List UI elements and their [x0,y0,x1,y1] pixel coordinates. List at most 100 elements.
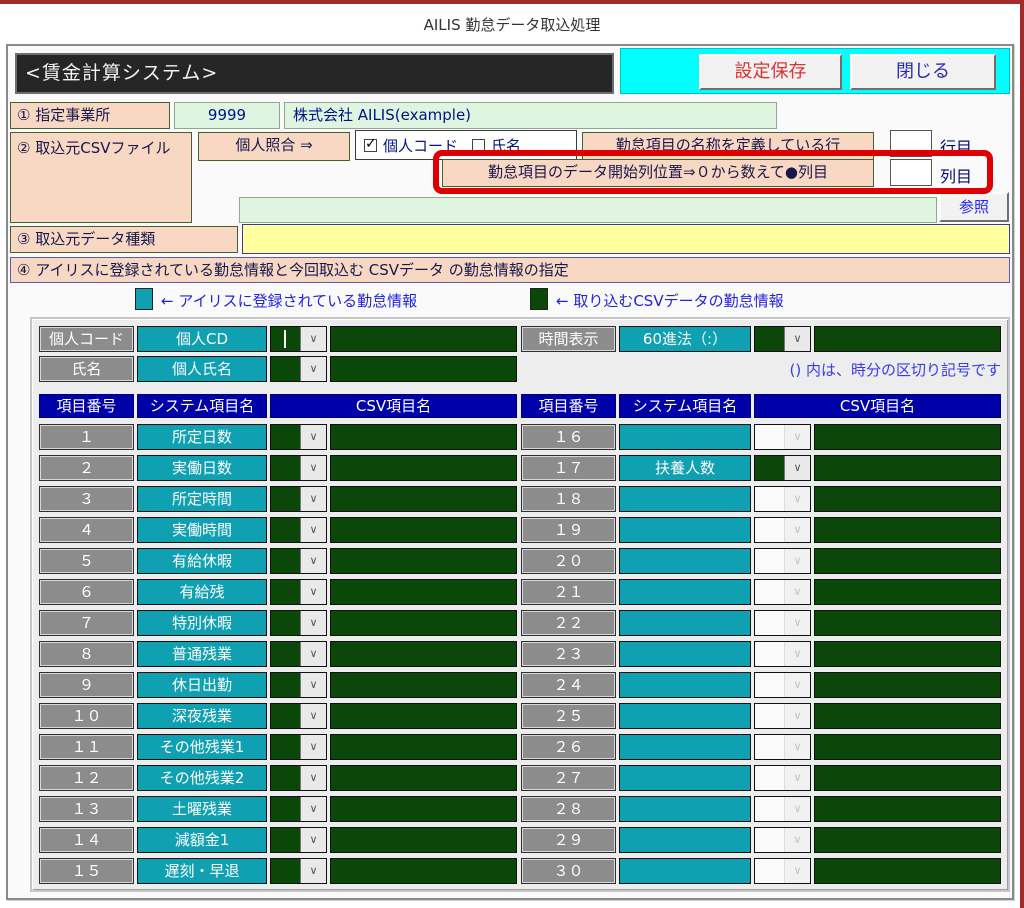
col-header-system-name: システム項目名 [137,394,267,418]
combo-field [755,642,784,666]
office-code-field[interactable]: 9999 [174,102,280,129]
csv-item-combo: ∨ [754,765,811,791]
close-button[interactable]: 閉じる [850,54,996,90]
row-number: ２４ [521,672,616,698]
csv-item-combo: ∨ [754,517,811,543]
person-name-combo-field[interactable] [271,357,300,381]
combo-field [755,549,784,573]
combo-field[interactable] [755,456,784,480]
chevron-down-icon: ∨ [784,828,810,852]
combo-field [755,487,784,511]
chevron-down-icon[interactable]: ∨ [784,327,810,351]
right-frame-line [1020,0,1024,908]
row-number: １８ [521,486,616,512]
time-display-combo-field[interactable] [755,327,784,351]
browse-button[interactable]: 参照 [939,192,1009,222]
person-code-combo[interactable]: ∨ [270,326,327,352]
csv-item-name [814,858,1001,884]
person-match-options: 個人コード 氏名 [355,130,577,160]
combo-field [755,673,784,697]
combo-field [755,735,784,759]
person-code-csv[interactable] [330,326,517,352]
section4-banner: ④ アイリスに登録されている勤怠情報と今回取込む CSVデータ の勤怠情報の指定 [10,257,1010,283]
text-cursor [284,330,286,348]
table-row: ２７ ∨ [32,765,1008,791]
combo-field [755,580,784,604]
row-number: ３０ [521,858,616,884]
time-display-csv[interactable] [814,326,1001,352]
row-number: ２２ [521,610,616,636]
csv-item-name [814,672,1001,698]
person-code-combo-field[interactable] [271,327,300,351]
csv-item-combo: ∨ [754,796,811,822]
col-header-item-no: 項目番号 [39,394,134,418]
row-number: ２３ [521,641,616,667]
person-code-system: 個人CD [137,326,267,352]
table-row: １７ 扶養人数 ∨ [32,455,1008,481]
table-row: ２８ ∨ [32,796,1008,822]
row-number: ２７ [521,765,616,791]
table-row: １８ ∨ [32,486,1008,512]
chevron-down-icon: ∨ [784,673,810,697]
csv-item-name [814,486,1001,512]
checkbox-checked-icon[interactable] [364,136,377,152]
system-item-name [619,672,751,698]
chevron-down-icon: ∨ [784,425,810,449]
csv-item-combo: ∨ [754,703,811,729]
header-row-unit: 行目 [940,138,973,157]
table-row: ２０ ∨ [32,548,1008,574]
chevron-down-icon[interactable]: ∨ [300,357,326,381]
legend-csv-label: ← 取り込むCSVデータの勤怠情報 [556,292,784,310]
csv-item-combo: ∨ [754,827,811,853]
csv-item-name [814,796,1001,822]
csv-file-path-field[interactable] [239,197,937,223]
col-header-system-name: システム項目名 [619,394,751,418]
chevron-down-icon: ∨ [784,487,810,511]
col-header-csv-name: CSV項目名 [270,394,517,418]
system-item-name [619,548,751,574]
chevron-down-icon[interactable]: ∨ [300,327,326,351]
data-type-field[interactable] [242,224,1010,254]
csv-item-name [814,610,1001,636]
start-col-label: 勤怠項目のデータ開始列位置⇒０から数えて●列目 [442,159,874,187]
system-title: <賃金計算システム> [15,53,614,94]
checkbox-unchecked-icon[interactable] [472,138,486,152]
start-col-input[interactable] [890,159,932,186]
system-item-name [619,796,751,822]
chevron-down-icon: ∨ [784,611,810,635]
combo-field [755,518,784,542]
chevron-down-icon: ∨ [784,859,810,883]
checkbox-person-code[interactable]: 個人コード [364,135,458,156]
system-item-name [619,424,751,450]
top-frame-line [0,0,1024,4]
person-name-csv[interactable] [330,356,517,382]
header-row-input[interactable] [890,130,932,157]
chevron-down-icon: ∨ [784,735,810,759]
save-settings-button[interactable]: 設定保存 [699,54,842,90]
time-display-combo[interactable]: ∨ [754,326,811,352]
header-row-label: 勤怠項目の名称を定義している行 [582,132,874,161]
col-header-item-no: 項目番号 [521,394,616,418]
csv-item-name [814,424,1001,450]
col-header-csv-name: CSV項目名 [754,394,1001,418]
csv-item-name [814,703,1001,729]
system-item-name [619,858,751,884]
checkbox-name-label: 氏名 [491,136,522,155]
system-item-name [619,734,751,760]
csv-item-combo: ∨ [754,858,811,884]
section3-label: ③ 取込元データ種類 [10,226,238,253]
combo-field [755,797,784,821]
legend-csv-swatch [530,288,548,310]
time-separator-note: () 内は、時分の区切り記号です [789,361,1001,379]
csv-item-combo[interactable]: ∨ [754,455,811,481]
chevron-down-icon: ∨ [784,642,810,666]
table-row: ２９ ∨ [32,827,1008,853]
chevron-down-icon[interactable]: ∨ [784,456,810,480]
checkbox-name[interactable]: 氏名 [472,135,521,156]
csv-item-name [814,765,1001,791]
person-name-combo[interactable]: ∨ [270,356,327,382]
table-row: ２５ ∨ [32,703,1008,729]
start-col-unit: 列目 [940,167,973,186]
row-number: ２９ [521,827,616,853]
csv-item-name[interactable] [814,455,1001,481]
